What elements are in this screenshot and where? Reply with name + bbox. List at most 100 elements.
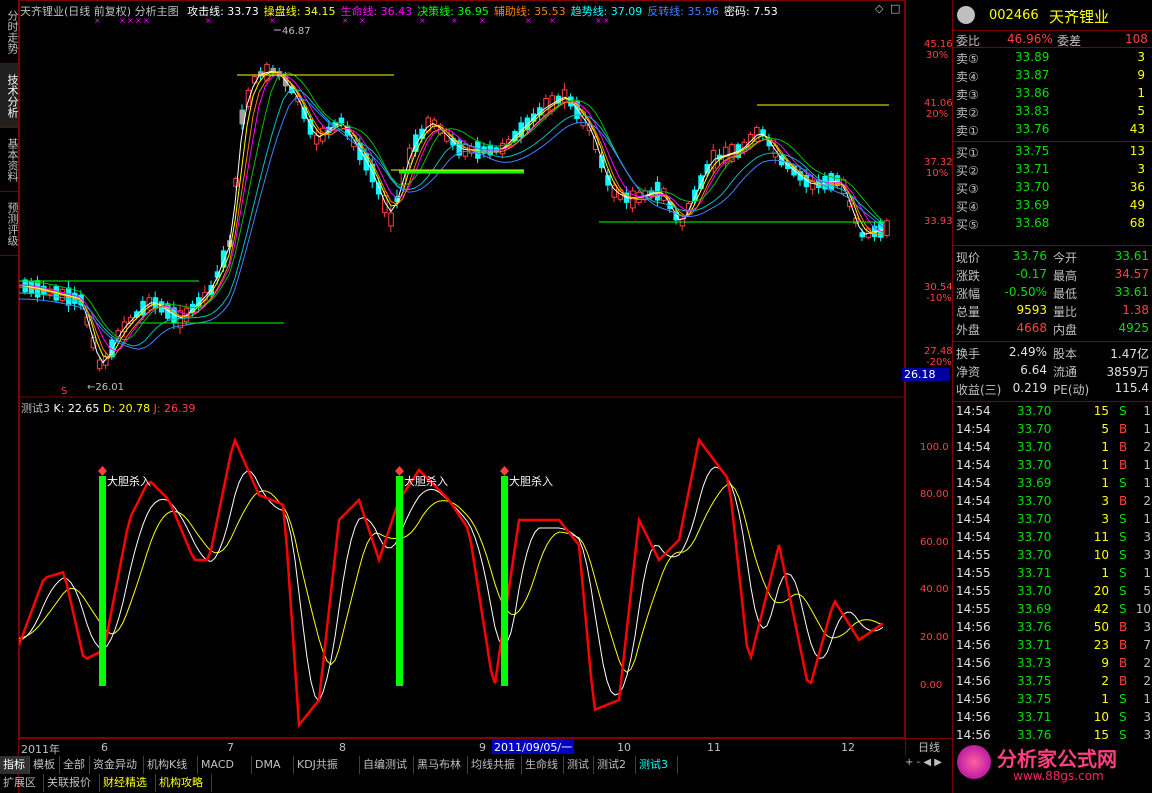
chart-area[interactable]: 测试3 K: 22.65 D: 20.78 J: 26.39 46.87 ←26.0… xyxy=(19,0,905,740)
j-value: J: 26.39 xyxy=(153,402,196,415)
tick-count: 2 xyxy=(1143,494,1151,508)
tick-side: S xyxy=(1119,728,1127,741)
tab-forecast[interactable]: 预测评级 xyxy=(0,192,19,256)
tick-count: 2 xyxy=(1143,674,1151,688)
tick-side: S xyxy=(1119,692,1127,706)
bottom-tab-2[interactable]: 全部 xyxy=(60,756,90,774)
tick-vol: 1 xyxy=(1101,476,1109,490)
stock-logo-icon xyxy=(957,6,975,24)
stat-row-3: 总量 9593 量比 1.38 xyxy=(953,302,1152,320)
bottom-tab2-0[interactable]: 扩展区 xyxy=(0,774,44,792)
tick-vol: 10 xyxy=(1093,710,1109,724)
tick-time: 14:54 xyxy=(956,404,991,418)
stat-label: 最低 xyxy=(1053,287,1078,301)
bottom-tab-4[interactable]: 机构K线 xyxy=(144,756,198,774)
tick-vol: 15 xyxy=(1093,404,1109,418)
bottom-tab-8[interactable]: 自编测试 xyxy=(360,756,414,774)
bottom-tab2-1[interactable]: 关联报价 xyxy=(44,774,100,792)
price-tick-1: 41.06 xyxy=(924,98,953,109)
signal-mark: × xyxy=(603,16,610,25)
tick-row: 14:56 33.76 15 S 3 xyxy=(953,727,1152,741)
tick-side: B xyxy=(1119,674,1128,688)
tick-row: 14:55 33.70 10 S 3 xyxy=(953,547,1152,565)
sell-vol: 1 xyxy=(1137,86,1145,100)
tick-side: B xyxy=(1119,422,1128,436)
sell-vol: 5 xyxy=(1137,104,1145,118)
stat-label: 外盘 xyxy=(956,323,981,337)
pct-tick-5: -20% xyxy=(926,357,952,368)
tick-time: 14:55 xyxy=(956,584,991,598)
bottom-tab-6[interactable]: DMA xyxy=(252,756,294,774)
stat2-label: 收益(三) xyxy=(956,383,1002,397)
buy-label: 买④ xyxy=(956,200,979,214)
bottom-tab2-3[interactable]: 机构攻略 xyxy=(156,774,212,792)
bottom-tab-12[interactable]: 测试 xyxy=(564,756,594,774)
chart-border xyxy=(19,0,905,738)
tab-technical[interactable]: 技术分析 xyxy=(0,64,19,128)
stat2-label: 股本 xyxy=(1053,347,1078,361)
signal-mark: × xyxy=(549,16,556,25)
tick-row: 14:55 33.71 1 S 1 xyxy=(953,565,1152,583)
d-value: D: 20.78 xyxy=(103,402,154,415)
bottom-tab-0[interactable]: 指标 xyxy=(0,756,30,774)
tick-price: 33.70 xyxy=(1017,548,1052,562)
tick-row: 14:56 33.71 10 S 3 xyxy=(953,709,1152,727)
bottom-tab-11[interactable]: 生命线 xyxy=(522,756,564,774)
tick-side: S xyxy=(1119,566,1127,580)
bottom-tab-13[interactable]: 测试2 xyxy=(594,756,636,774)
signal-mark: × xyxy=(143,16,150,25)
tick-row: 14:56 33.71 23 B 7 xyxy=(953,637,1152,655)
bottom-tab-5[interactable]: MACD xyxy=(198,756,252,774)
bottom-tab2-2[interactable]: 财经精选 xyxy=(100,774,156,792)
period-label[interactable]: 日线 xyxy=(905,738,952,756)
bottom-tab-14[interactable]: 测试3 xyxy=(636,756,678,774)
bottom-tab-1[interactable]: 模板 xyxy=(30,756,60,774)
tick-vol: 50 xyxy=(1093,620,1109,634)
stat-row-1: 涨跌 -0.17 最高 34.57 xyxy=(953,266,1152,284)
stat-label: 量比 xyxy=(1053,305,1078,319)
stat-value: 1.38 xyxy=(1122,303,1149,317)
stat2-value: 2.49% xyxy=(1008,345,1047,359)
stat-value: -0.50% xyxy=(1004,285,1047,299)
stat-value: 34.57 xyxy=(1114,267,1149,281)
side-tabs: 分时走势 技术分析 基本资料 预测评级 xyxy=(0,0,19,793)
ind-tick-0: 100.0 xyxy=(920,442,949,453)
weicha-label: 委差 xyxy=(1057,34,1082,48)
bottom-tab-7[interactable]: KDJ共振 xyxy=(294,756,360,774)
buy-row-4: 买⑤ 33.68 68 xyxy=(953,215,1152,233)
bottom-tab-3[interactable]: 资金异动 xyxy=(90,756,144,774)
tick-side: S xyxy=(1119,584,1127,598)
buy-vol: 13 xyxy=(1129,144,1145,158)
buy-diamond-icon xyxy=(98,466,107,476)
tick-count: 2 xyxy=(1143,440,1151,454)
tick-side: S xyxy=(1119,710,1127,724)
signal-mark: × xyxy=(127,16,134,25)
tick-count: 1 xyxy=(1143,422,1151,436)
tick-vol: 1 xyxy=(1101,566,1109,580)
tick-row: 14:54 33.70 15 S 1 xyxy=(953,403,1152,421)
x-axis: 2011年 6 7 8 9 10 11 12 xyxy=(19,738,905,756)
buy-signal-bar-2 xyxy=(501,476,508,686)
tick-count: 10 xyxy=(1135,602,1151,616)
bottom-tab-10[interactable]: 均线共振 xyxy=(468,756,522,774)
signal-mark: × xyxy=(269,16,276,25)
stat-label: 现价 xyxy=(956,251,981,265)
tick-time: 14:56 xyxy=(956,656,991,670)
x-label-4: 9 xyxy=(479,741,486,754)
tab-fundamental[interactable]: 基本资料 xyxy=(0,128,19,192)
signal-mark: × xyxy=(595,16,602,25)
tab-realtime[interactable]: 分时走势 xyxy=(0,0,19,64)
tick-row: 14:54 33.70 1 B 2 xyxy=(953,439,1152,457)
price-tick-5: 27.48 xyxy=(924,346,953,357)
nav-arrows[interactable]: + - ◀ ▶ xyxy=(905,757,942,768)
tick-list[interactable]: 14:54 33.70 15 S 1 14:54 33.70 5 B 1 14:54 33.70 1 B 2… xyxy=(953,401,1152,741)
tick-vol: 1 xyxy=(1101,458,1109,472)
tick-side: B xyxy=(1119,440,1128,454)
buy-diamond-icon xyxy=(395,466,404,476)
stat-label: 今开 xyxy=(1053,251,1078,265)
tick-row: 14:56 33.76 50 B 3 xyxy=(953,619,1152,637)
pct-tick-4: -10% xyxy=(926,293,952,304)
candlesticks xyxy=(22,61,890,372)
bottom-tab-9[interactable]: 黑马布林 xyxy=(414,756,468,774)
stat2-value: 0.219 xyxy=(1012,381,1047,395)
